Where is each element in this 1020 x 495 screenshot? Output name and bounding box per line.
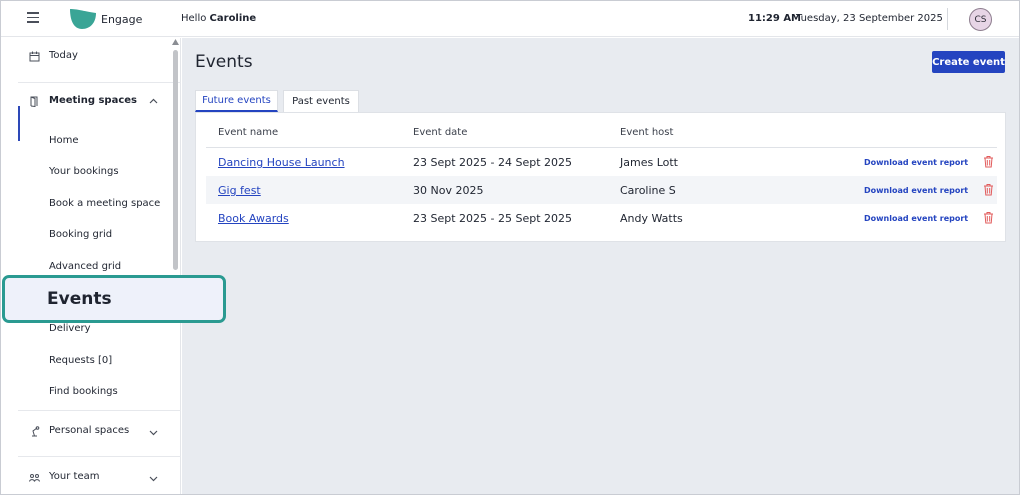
table-row: Dancing House Launch 23 Sept 2025 - 24 S…	[206, 148, 997, 176]
scroll-thumb[interactable]	[173, 50, 178, 270]
download-event-report-link[interactable]: Download event report	[864, 186, 968, 195]
event-host: Caroline S	[620, 184, 676, 197]
create-event-button[interactable]: Create event	[932, 51, 1005, 73]
sidebar-subitem-home[interactable]: Home	[49, 135, 79, 146]
greeting: Hello Caroline	[181, 13, 256, 24]
current-date: Tuesday, 23 September 2025	[796, 13, 943, 24]
trash-icon[interactable]	[983, 155, 994, 168]
event-name-link[interactable]: Gig fest	[218, 184, 261, 197]
sidebar-item-label: Your team	[49, 471, 100, 482]
calendar-icon	[29, 51, 40, 62]
sidebar-subitem-events: Events	[47, 289, 112, 309]
team-icon	[29, 474, 40, 482]
menu-icon[interactable]	[27, 12, 39, 24]
table-row: Book Awards 23 Sept 2025 - 25 Sept 2025 …	[206, 204, 997, 232]
chevron-down-icon[interactable]	[149, 474, 158, 483]
sidebar-item-label: Meeting spaces	[49, 95, 138, 106]
event-date: 30 Nov 2025	[413, 184, 484, 197]
download-event-report-link[interactable]: Download event report	[864, 158, 968, 167]
header-divider	[947, 8, 948, 30]
sidebar: Today Meeting spaces Home Your bookings …	[1, 38, 181, 494]
sidebar-item-your-team[interactable]: Your team	[1, 471, 171, 487]
page-title: Events	[195, 52, 253, 72]
sidebar-divider	[18, 82, 181, 83]
engage-logo-icon	[70, 9, 96, 29]
sidebar-subitem-your-bookings[interactable]: Your bookings	[49, 166, 119, 177]
column-header-event-host: Event host	[620, 127, 674, 138]
sidebar-scrollbar[interactable]	[171, 38, 180, 494]
column-header-event-name: Event name	[218, 127, 279, 138]
app-window: Engage Hello Caroline 11:29 AM Tuesday, …	[0, 0, 1020, 495]
event-date: 23 Sept 2025 - 25 Sept 2025	[413, 212, 573, 225]
sidebar-subitem-delivery[interactable]: Delivery	[49, 323, 91, 334]
scroll-up-arrow-icon[interactable]	[172, 39, 179, 45]
tab-future-events[interactable]: Future events	[195, 90, 278, 112]
sidebar-divider	[18, 410, 181, 411]
sidebar-item-today[interactable]: Today	[1, 50, 171, 66]
user-name: Caroline	[209, 13, 257, 24]
brand-name: Engage	[101, 13, 143, 26]
trash-icon[interactable]	[983, 211, 994, 224]
trash-icon[interactable]	[983, 183, 994, 196]
event-date: 23 Sept 2025 - 24 Sept 2025	[413, 156, 573, 169]
current-time: 11:29 AM	[748, 13, 802, 24]
event-host: James Lott	[620, 156, 678, 169]
door-icon	[30, 96, 38, 107]
event-name-link[interactable]: Book Awards	[218, 212, 289, 225]
sidebar-subitem-requests[interactable]: Requests [0]	[49, 355, 112, 366]
sidebar-subitem-advanced-grid[interactable]: Advanced grid	[49, 261, 121, 272]
main-content: Events Create event Future events Past e…	[182, 38, 1019, 494]
sidebar-subitem-booking-grid[interactable]: Booking grid	[49, 229, 112, 240]
desk-lamp-icon	[32, 426, 40, 437]
tab-past-events[interactable]: Past events	[283, 90, 359, 112]
sidebar-item-label: Today	[49, 50, 78, 61]
sidebar-item-label: Personal spaces	[49, 425, 130, 436]
sidebar-subitem-book-meeting-space[interactable]: Book a meeting space	[49, 198, 160, 209]
sidebar-subitem-find-bookings[interactable]: Find bookings	[49, 386, 118, 397]
chevron-down-icon[interactable]	[149, 428, 158, 437]
avatar[interactable]: CS	[969, 8, 992, 31]
sidebar-item-meeting-spaces[interactable]: Meeting spaces	[1, 95, 171, 111]
greeting-prefix: Hello	[181, 13, 207, 24]
sidebar-divider	[18, 456, 181, 457]
active-indicator	[18, 106, 20, 141]
column-header-event-date: Event date	[413, 127, 468, 138]
top-bar: Engage Hello Caroline 11:29 AM Tuesday, …	[1, 1, 1019, 37]
event-name-link[interactable]: Dancing House Launch	[218, 156, 345, 169]
download-event-report-link[interactable]: Download event report	[864, 214, 968, 223]
chevron-up-icon[interactable]	[149, 97, 158, 106]
events-table: Event name Event date Event host Dancing…	[195, 112, 1006, 242]
event-host: Andy Watts	[620, 212, 683, 225]
sidebar-subitem-events-highlight[interactable]: Events	[2, 275, 226, 323]
table-row: Gig fest 30 Nov 2025 Caroline S Download…	[206, 176, 997, 204]
sidebar-item-personal-spaces[interactable]: Personal spaces	[1, 425, 171, 441]
